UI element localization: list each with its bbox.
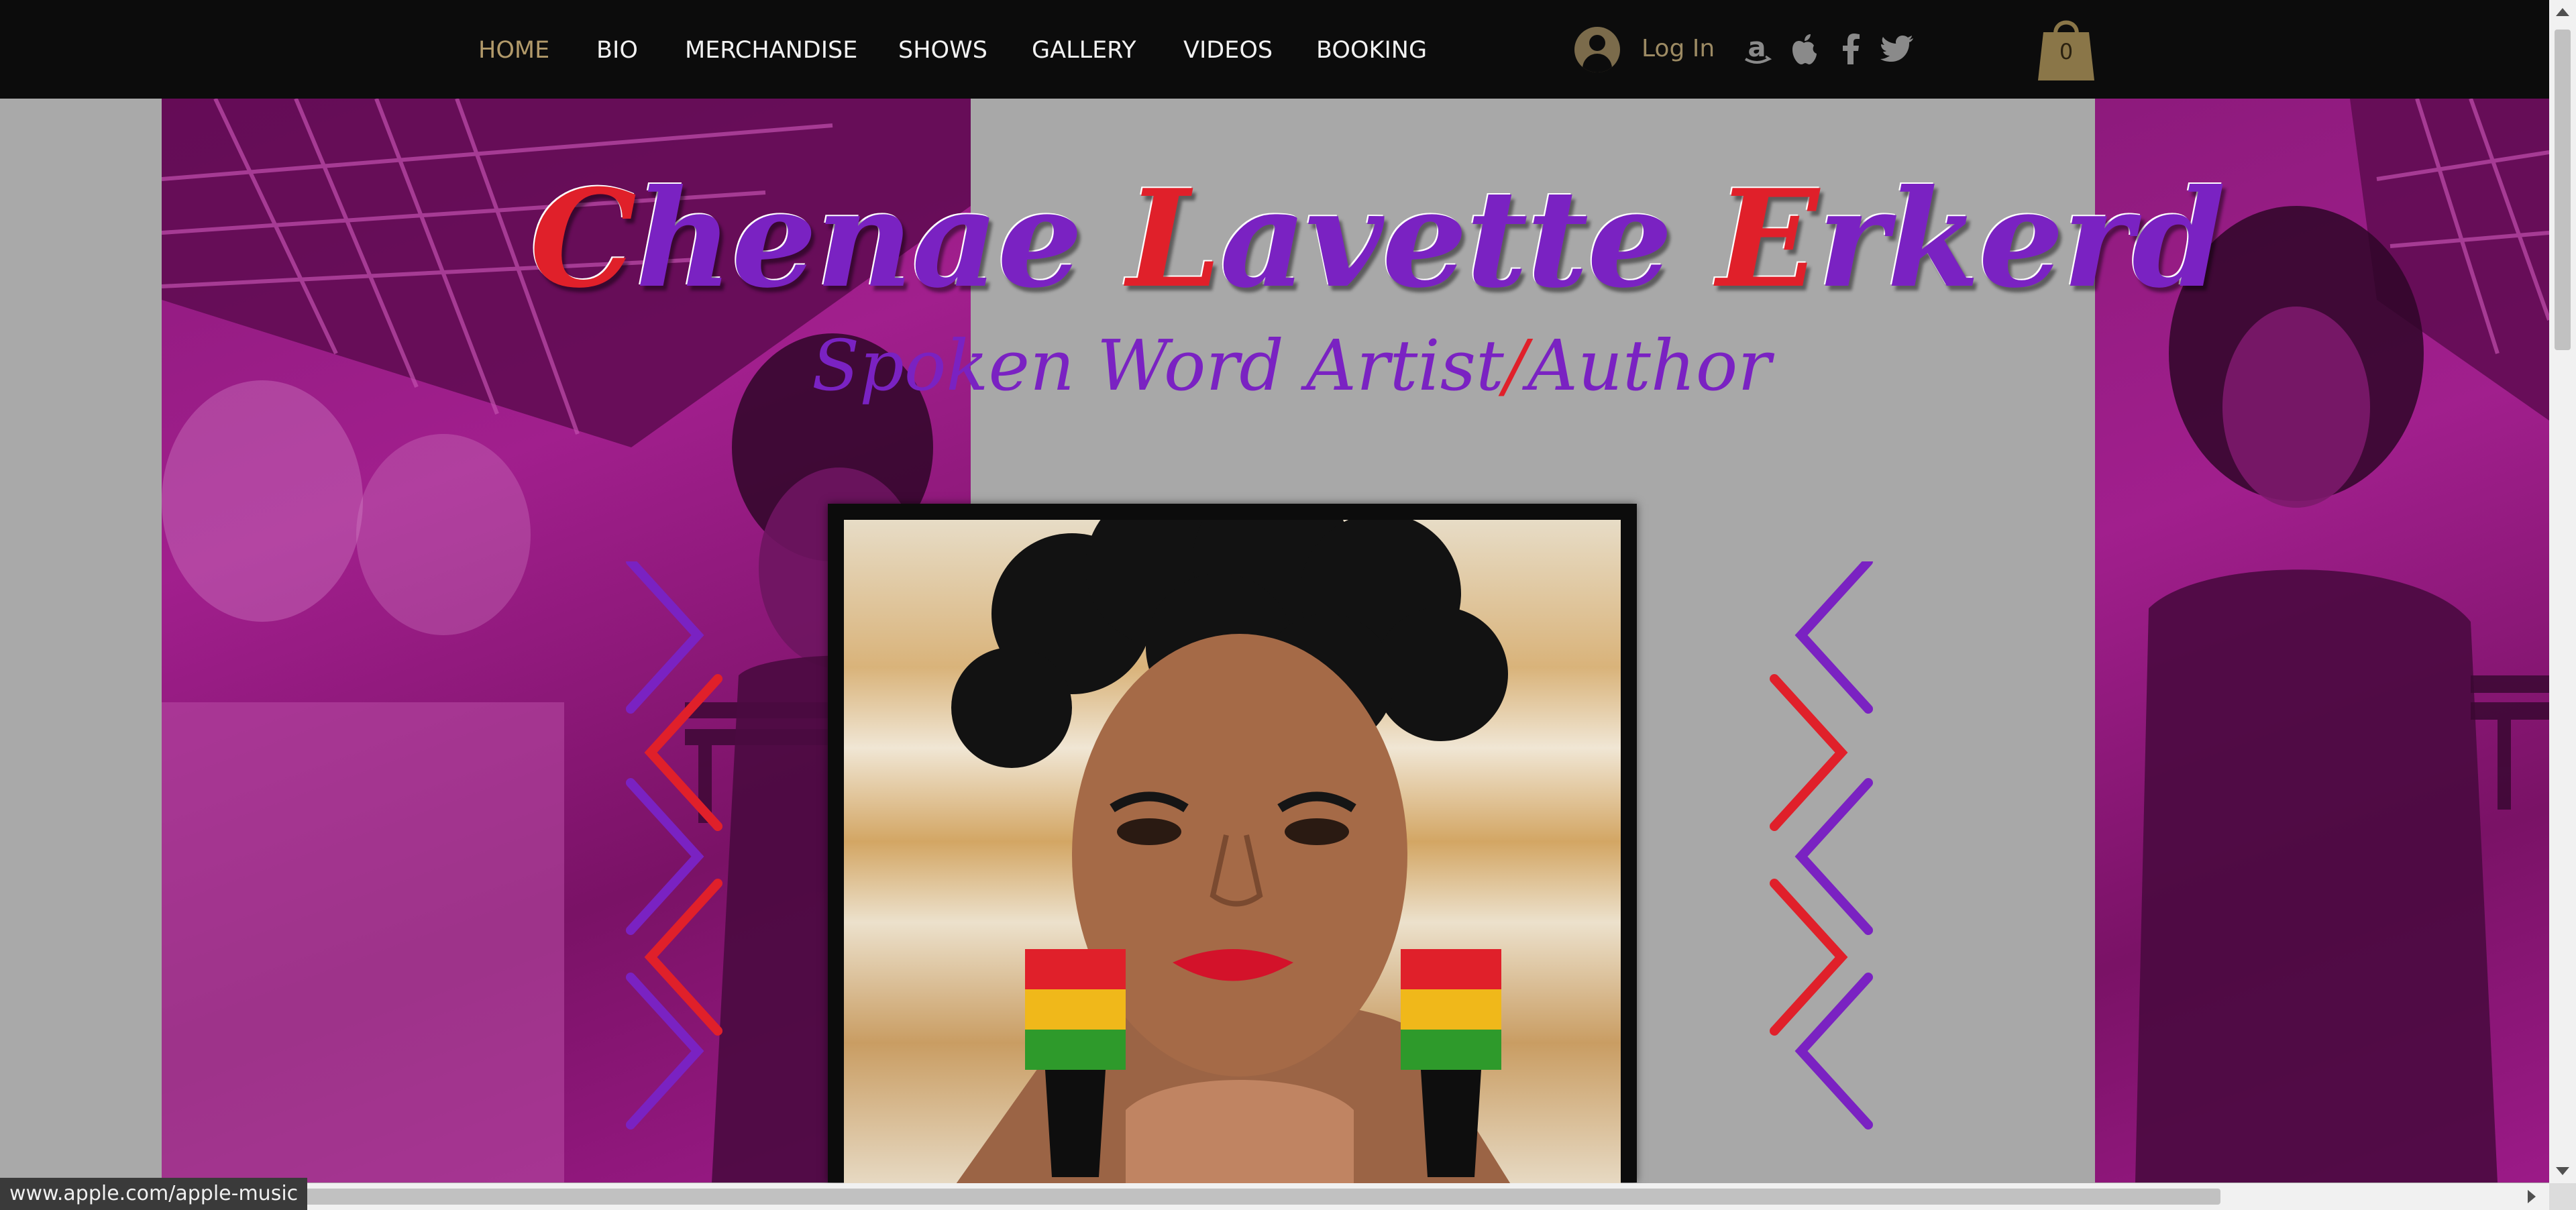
scrollbar-corner xyxy=(2549,1183,2576,1210)
nav-booking-link[interactable]: BOOKING xyxy=(1316,35,1427,66)
left-chevron-decoration xyxy=(626,561,722,1130)
scroll-right-arrow-icon[interactable] xyxy=(2528,1190,2536,1203)
link-status-bar: www.apple.com/apple-music xyxy=(0,1178,308,1210)
artist-subtitle: Spoken Word Artist/Author xyxy=(812,325,1772,406)
cart-count: 0 xyxy=(2059,39,2074,64)
artist-name-title: Chenae Lavette Erkerd xyxy=(530,160,2226,318)
user-avatar-icon[interactable] xyxy=(1574,27,1620,72)
right-chevron-decoration xyxy=(1770,561,1873,1130)
twitter-icon[interactable] xyxy=(1878,30,1917,68)
amazon-icon[interactable]: a xyxy=(1737,30,1776,68)
nav-gallery-link[interactable]: GALLERY xyxy=(1032,35,1136,66)
login-link[interactable]: Log In xyxy=(1642,34,1715,64)
nav-shows-link[interactable]: SHOWS xyxy=(898,35,987,66)
scroll-down-arrow-icon[interactable] xyxy=(2556,1167,2569,1175)
nav-home-link[interactable]: HOME xyxy=(478,35,549,66)
vertical-scrollbar-thumb[interactable] xyxy=(2555,30,2571,350)
vertical-scrollbar[interactable] xyxy=(2549,0,2576,1183)
svg-text:a: a xyxy=(1748,32,1766,63)
scroll-up-arrow-icon[interactable] xyxy=(2556,8,2569,16)
apple-icon[interactable] xyxy=(1784,30,1823,68)
nav-merchandise-link[interactable]: MERCHANDISE xyxy=(685,35,857,66)
facebook-icon[interactable] xyxy=(1831,30,1870,68)
nav-bio-link[interactable]: BIO xyxy=(596,35,638,66)
nav-videos-link[interactable]: VIDEOS xyxy=(1183,35,1273,66)
horizontal-scrollbar-thumb[interactable] xyxy=(282,1189,2220,1205)
portrait-photo xyxy=(844,520,1621,1191)
top-navigation-bar: HOME BIO MERCHANDISE SHOWS GALLERY VIDEO… xyxy=(0,0,2549,99)
hero-banner: Chenae Lavette Erkerd Spoken Word Artist… xyxy=(0,99,2549,1191)
horizontal-scrollbar[interactable] xyxy=(0,1183,2549,1210)
portrait-frame xyxy=(828,504,1637,1191)
